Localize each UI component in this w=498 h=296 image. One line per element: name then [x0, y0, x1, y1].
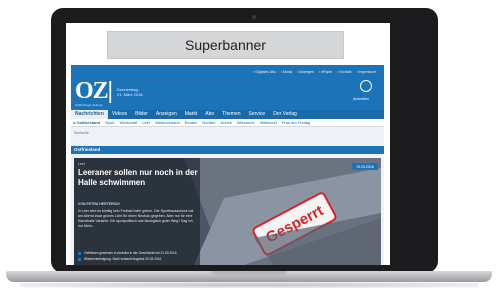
site-logo-subtitle: Ostthüringer Zeitung: [75, 103, 103, 107]
main-nav: Nachrichten Videos Bilder Anzeigen Markt…: [71, 110, 384, 119]
teaser-author: VON PETRA HERTERICH: [78, 202, 120, 206]
subnav-item[interactable]: Wiesmoor: [234, 120, 257, 125]
login-label[interactable]: Anmelden: [353, 97, 369, 101]
date-badge: 19.03.2016: [352, 163, 378, 170]
section-title[interactable]: Ostfriesland: [74, 147, 100, 152]
top-story-teaser[interactable]: Gesperrt Leer Leeraner sollen nur noch i…: [74, 158, 381, 265]
top-link[interactable]: ▪ Impressum: [356, 70, 376, 74]
subnav-item[interactable]: Leer: [140, 120, 153, 125]
laptop-notch: [211, 271, 287, 275]
site-logo[interactable]: OZ|: [75, 79, 113, 103]
nav-item-verlag[interactable]: Der Verlag: [269, 110, 301, 119]
header-top-links: ▪ Digitales Abo ▪ Musik ▪ Anzeigen ▪ ePa…: [253, 70, 376, 74]
related-link[interactable]: Ostfriesen gewinnen in Amerika in der Ge…: [78, 251, 177, 255]
superbanner-ad[interactable]: Superbanner: [107, 31, 344, 59]
top-link[interactable]: ▪ Digitales Abo: [253, 70, 276, 74]
teaser-text: In Leer wird es künftig kein Freibad meh…: [78, 209, 194, 228]
teaser-headline[interactable]: Leeraner sollen nur noch in der Halle sc…: [78, 168, 198, 188]
nav-item-bilder[interactable]: Bilder: [131, 110, 152, 119]
subnav-item[interactable]: Frau am Freitag: [279, 120, 312, 125]
subnav-item[interactable]: Norden: [200, 120, 218, 125]
subnav-item[interactable]: Aurich: [218, 120, 234, 125]
webcam: [252, 15, 256, 19]
nav-item-anzeigen[interactable]: Anzeigen: [152, 110, 181, 119]
subnav-item[interactable]: Sport: [102, 120, 117, 125]
nav-item-abo[interactable]: Abo: [201, 110, 218, 119]
nav-item-nachrichten[interactable]: Nachrichten: [71, 110, 108, 119]
nav-item-service[interactable]: Service: [245, 110, 270, 119]
section-header: Ostfriesland: [71, 146, 384, 154]
nav-item-markt[interactable]: Markt: [181, 110, 202, 119]
bullet-icon: [78, 251, 81, 255]
related-link[interactable]: Wiedervereinigung: Stahl verkauft Angebo…: [78, 257, 161, 261]
subnav-item[interactable]: Emden: [182, 120, 200, 125]
nav-item-themen[interactable]: Themen: [218, 110, 244, 119]
top-link[interactable]: ▪ Kontakt: [337, 70, 351, 74]
news-website: OZ| Ostthüringer Zeitung Donnerstag, 21.…: [71, 65, 384, 265]
site-header: OZ| Ostthüringer Zeitung Donnerstag, 21.…: [71, 65, 384, 110]
top-link[interactable]: ▪ ePaper: [319, 70, 333, 74]
date-day: 21. März 2016: [117, 92, 143, 97]
teaser-kicker: Leer: [78, 162, 86, 166]
subnav-item[interactable]: Wittmund: [257, 120, 279, 125]
laptop-shadow: [20, 282, 478, 288]
subnav-item-ostfriesland[interactable]: ▸ Ostfriesland: [71, 120, 102, 125]
bullet-icon: [78, 257, 81, 261]
subnav-item[interactable]: Wirtschaft: [117, 120, 140, 125]
user-login-icon[interactable]: [360, 80, 372, 92]
subnav-item[interactable]: Westoverland: [153, 120, 182, 125]
sub-nav: ▸ Ostfriesland Sport Wirtschaft Leer Wes…: [71, 119, 384, 127]
top-link[interactable]: ▪ Anzeigen: [297, 70, 314, 74]
breadcrumb[interactable]: Startseite: [74, 131, 89, 135]
nav-item-videos[interactable]: Videos: [108, 110, 131, 119]
laptop-screen: Superbanner OZ| Ostthüringer Zeitung Don…: [66, 23, 390, 265]
top-link[interactable]: ▪ Musik: [281, 70, 292, 74]
related-link-text[interactable]: Ostfriesen gewinnen in Amerika in der Ge…: [84, 251, 177, 255]
related-link-text[interactable]: Wiedervereinigung: Stahl verkauft Angebo…: [84, 257, 161, 261]
